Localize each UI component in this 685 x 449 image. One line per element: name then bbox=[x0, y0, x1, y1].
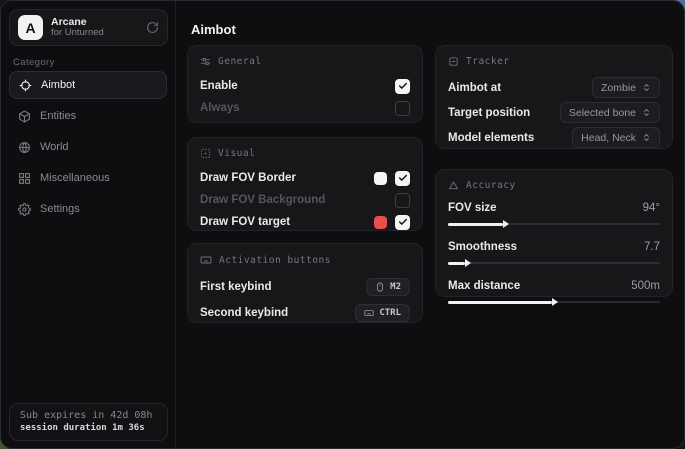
aimbot-at-value: Zombie bbox=[601, 82, 636, 94]
grid-icon bbox=[18, 172, 31, 185]
activation-buttons-card: Activation buttons First keybind M2 Seco… bbox=[187, 243, 423, 323]
card-title: General bbox=[218, 56, 262, 67]
draw-fov-border-checkbox[interactable] bbox=[395, 171, 410, 186]
sidebar-item-label: World bbox=[40, 141, 69, 153]
fov-size-label: FOV size bbox=[448, 202, 497, 214]
draw-fov-background-label: Draw FOV Background bbox=[200, 194, 325, 206]
mouse-icon bbox=[375, 282, 385, 292]
globe-icon bbox=[18, 141, 31, 154]
brand-card: A Arcane for Unturned bbox=[9, 9, 168, 46]
second-keybind-label: Second keybind bbox=[200, 307, 288, 319]
refresh-icon[interactable] bbox=[146, 21, 159, 34]
sidebar-nav: Aimbot Entities World bbox=[9, 71, 167, 223]
app-window: A Arcane for Unturned Category Aimbot bbox=[0, 0, 685, 449]
brand-logo: A bbox=[18, 15, 43, 40]
sidebar-item-label: Aimbot bbox=[41, 79, 75, 91]
fov-border-color-swatch[interactable] bbox=[374, 172, 387, 185]
unfold-icon bbox=[642, 108, 651, 117]
smoothness-label: Smoothness bbox=[448, 241, 517, 253]
sliders-icon bbox=[200, 56, 211, 67]
general-card: General Enable Always bbox=[187, 45, 423, 123]
target-position-dropdown[interactable]: Selected bone bbox=[560, 102, 660, 123]
entities-icon bbox=[18, 110, 31, 123]
draw-fov-target-label: Draw FOV target bbox=[200, 216, 290, 228]
sidebar-item-label: Miscellaneous bbox=[40, 172, 110, 184]
card-title: Tracker bbox=[466, 56, 510, 67]
first-keybind-button[interactable]: M2 bbox=[366, 278, 410, 296]
subscription-info-box: Sub expires in 42d 08h session duration … bbox=[9, 403, 168, 441]
page-title: Aimbot bbox=[191, 22, 236, 37]
fov-size-value: 94° bbox=[643, 202, 660, 214]
model-elements-label: Model elements bbox=[448, 132, 534, 144]
sidebar: A Arcane for Unturned Category Aimbot bbox=[1, 1, 176, 448]
accuracy-card: Accuracy FOV size 94° Smoothness 7.7 bbox=[435, 169, 673, 297]
aimbot-at-label: Aimbot at bbox=[448, 82, 501, 94]
max-distance-value: 500m bbox=[631, 280, 660, 292]
keyboard-icon bbox=[200, 254, 212, 266]
sidebar-item-entities[interactable]: Entities bbox=[9, 102, 167, 130]
enable-label: Enable bbox=[200, 80, 238, 92]
card-title: Visual bbox=[218, 148, 255, 159]
fov-target-color-swatch[interactable] bbox=[374, 216, 387, 229]
first-keybind-value: M2 bbox=[390, 282, 401, 292]
tracker-card: Tracker Aimbot at Zombie Target position… bbox=[435, 45, 673, 149]
crosshair-icon bbox=[19, 79, 32, 92]
visual-icon bbox=[200, 148, 211, 159]
fov-size-slider[interactable] bbox=[448, 219, 660, 229]
sidebar-item-settings[interactable]: Settings bbox=[9, 195, 167, 223]
category-label: Category bbox=[13, 57, 55, 68]
draw-fov-background-checkbox[interactable] bbox=[395, 193, 410, 208]
draw-fov-border-label: Draw FOV Border bbox=[200, 172, 296, 184]
target-position-label: Target position bbox=[448, 107, 530, 119]
draw-fov-target-checkbox[interactable] bbox=[395, 215, 410, 230]
max-distance-slider[interactable] bbox=[448, 297, 660, 307]
model-elements-value: Head, Neck bbox=[581, 132, 636, 144]
max-distance-label: Max distance bbox=[448, 280, 520, 292]
scan-icon bbox=[448, 56, 459, 67]
enable-checkbox[interactable] bbox=[395, 79, 410, 94]
card-title: Activation buttons bbox=[219, 255, 331, 266]
target-position-value: Selected bone bbox=[569, 107, 636, 119]
sidebar-item-world[interactable]: World bbox=[9, 133, 167, 161]
second-keybind-value: CTRL bbox=[379, 308, 401, 318]
first-keybind-label: First keybind bbox=[200, 281, 272, 293]
unfold-icon bbox=[642, 83, 651, 92]
keyboard-icon bbox=[364, 308, 374, 318]
unfold-icon bbox=[642, 133, 651, 142]
sidebar-item-miscellaneous[interactable]: Miscellaneous bbox=[9, 164, 167, 192]
session-duration-text: session duration 1m 36s bbox=[20, 423, 157, 433]
sub-expires-text: Sub expires in 42d 08h bbox=[20, 410, 157, 421]
brand-subtitle: for Unturned bbox=[51, 28, 138, 39]
triangle-icon bbox=[448, 180, 459, 191]
sidebar-item-label: Settings bbox=[40, 203, 80, 215]
visual-card: Visual Draw FOV Border Draw FOV Backgrou… bbox=[187, 137, 423, 231]
second-keybind-button[interactable]: CTRL bbox=[355, 304, 410, 322]
aimbot-at-dropdown[interactable]: Zombie bbox=[592, 77, 660, 98]
model-elements-dropdown[interactable]: Head, Neck bbox=[572, 127, 660, 148]
gear-icon bbox=[18, 203, 31, 216]
always-checkbox[interactable] bbox=[395, 101, 410, 116]
sidebar-item-aimbot[interactable]: Aimbot bbox=[9, 71, 167, 99]
card-title: Accuracy bbox=[466, 180, 516, 191]
always-label: Always bbox=[200, 102, 240, 114]
brand-text: Arcane for Unturned bbox=[51, 16, 138, 39]
smoothness-value: 7.7 bbox=[644, 241, 660, 253]
sidebar-item-label: Entities bbox=[40, 110, 76, 122]
smoothness-slider[interactable] bbox=[448, 258, 660, 268]
